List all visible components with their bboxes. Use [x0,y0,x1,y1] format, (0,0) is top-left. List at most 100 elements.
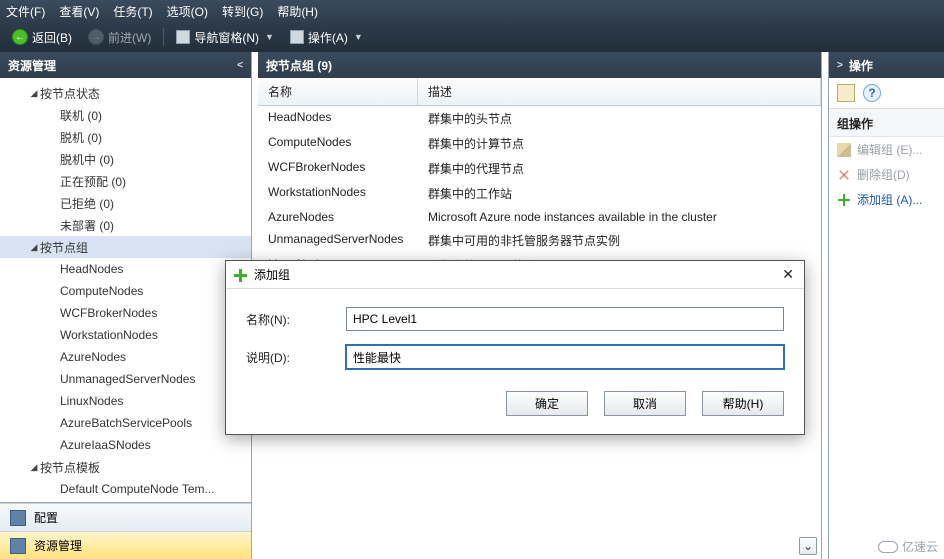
cell-desc: Microsoft Azure node instances available… [418,206,821,228]
sidebar-title: 资源管理 [8,57,56,74]
help-button[interactable]: 帮助(H) [702,391,784,416]
dialog-title-text: 添加组 [254,266,290,283]
actions-icon [290,30,304,44]
collapse-right-icon[interactable]: > [837,60,843,71]
plus-icon [232,267,248,283]
tree-group-item[interactable]: HeadNodes [0,258,251,280]
action-delete-label: 删除组(D) [857,166,910,183]
action-add-group[interactable]: 添加组 (A)... [829,187,944,212]
table-row[interactable]: HeadNodes群集中的头节点 [258,106,821,131]
cancel-button[interactable]: 取消 [604,391,686,416]
config-icon [10,510,26,526]
dialog-body: 名称(N): 说明(D): [226,289,804,377]
tree-group-item[interactable]: LinuxNodes [0,390,251,412]
pencil-icon [837,143,851,157]
nav-config[interactable]: 配置 [0,503,251,531]
menu-file[interactable]: 文件(F) [6,3,45,20]
table-row[interactable]: UnmanagedServerNodes群集中可用的非托管服务器节点实例 [258,228,821,253]
dialog-titlebar[interactable]: 添加组 ✕ [226,261,804,289]
actions-iconrow: ? [829,78,944,109]
menu-help[interactable]: 帮助(H) [277,3,318,20]
tree-status-group[interactable]: ◢按节点状态 [0,82,251,104]
grid-body: HeadNodes群集中的头节点 ComputeNodes群集中的计算节点 WC… [258,106,821,278]
forward-button: → 前进(W) [84,27,155,48]
cell-desc: 群集中的代理节点 [418,156,821,181]
back-button[interactable]: ← 返回(B) [8,27,76,48]
watermark-text: 亿速云 [902,538,938,555]
tree-status-item[interactable]: 脱机 (0) [0,126,251,148]
actions-title: 操作 [849,57,873,74]
nav-bottom: 配置 资源管理 [0,502,251,559]
tree-status-item[interactable]: 未部署 (0) [0,214,251,236]
col-name[interactable]: 名称 [258,78,418,105]
action-delete-group: 删除组(D) [829,162,944,187]
menu-goto[interactable]: 转到(G) [222,3,263,20]
nav-pane-label: 导航窗格(N) [194,29,259,46]
tree-group-item[interactable]: ComputeNodes [0,280,251,302]
tree-group-item[interactable]: AzureBatchServicePools [0,412,251,434]
app-root: 文件(F) 查看(V) 任务(T) 选项(O) 转到(G) 帮助(H) ← 返回… [0,0,944,559]
center-header: 按节点组 (9) [258,52,821,78]
name-input[interactable] [346,307,784,331]
tree-group-item[interactable]: UnmanagedServerNodes [0,368,251,390]
cell-desc: 群集中的头节点 [418,106,821,131]
desc-label: 说明(D): [246,349,336,366]
tree-template-group[interactable]: ◢按节点模板 [0,456,251,478]
delete-icon [837,168,851,182]
action-add-label: 添加组 (A)... [857,191,922,208]
tree-status-item[interactable]: 脱机中 (0) [0,148,251,170]
cell-desc: 群集中可用的非托管服务器节点实例 [418,228,821,253]
actions-button[interactable]: 操作(A) ▼ [286,27,367,48]
menu-task[interactable]: 任务(T) [113,3,152,20]
tree-status-item[interactable]: 联机 (0) [0,104,251,126]
actions-label: 操作(A) [308,29,348,46]
menu-bar: 文件(F) 查看(V) 任务(T) 选项(O) 转到(G) 帮助(H) [0,0,944,22]
nav-pane-button[interactable]: 导航窗格(N) ▼ [172,27,278,48]
tree-status-item[interactable]: 已拒绝 (0) [0,192,251,214]
tree-template-item[interactable]: Default ComputeNode Tem... [0,478,251,500]
cell-name: WCFBrokerNodes [258,156,418,181]
cloud-icon [878,541,898,553]
toolbar-separator [163,28,164,46]
desc-input[interactable] [346,345,784,369]
name-label: 名称(N): [246,311,336,328]
tree-group-item[interactable]: WorkstationNodes [0,324,251,346]
menu-view[interactable]: 查看(V) [59,3,99,20]
col-desc[interactable]: 描述 [418,78,821,105]
dialog-buttons: 确定 取消 帮助(H) [226,377,804,434]
back-arrow-icon: ← [12,29,28,45]
ok-button[interactable]: 确定 [506,391,588,416]
tree-status-item[interactable]: 正在预配 (0) [0,170,251,192]
nav-resource-label: 资源管理 [34,537,82,554]
chevron-down-icon: ▼ [265,32,274,42]
nav-resource[interactable]: 资源管理 [0,531,251,559]
table-row[interactable]: ComputeNodes群集中的计算节点 [258,131,821,156]
sidebar: 资源管理 < ◢按节点状态 联机 (0) 脱机 (0) 脱机中 (0) 正在预配… [0,52,252,559]
help-icon[interactable]: ? [863,84,881,102]
sidebar-header: 资源管理 < [0,52,251,78]
cell-name: UnmanagedServerNodes [258,228,418,253]
nav-pane-icon [176,30,190,44]
cell-name: ComputeNodes [258,131,418,156]
toolbar: ← 返回(B) → 前进(W) 导航窗格(N) ▼ 操作(A) ▼ [0,22,944,52]
clipboard-icon[interactable] [837,84,855,102]
cell-desc: 群集中的计算节点 [418,131,821,156]
tree-group-item[interactable]: WCFBrokerNodes [0,302,251,324]
table-row[interactable]: WorkstationNodes群集中的工作站 [258,181,821,206]
table-row[interactable]: WCFBrokerNodes群集中的代理节点 [258,156,821,181]
collapse-left-icon[interactable]: < [237,60,243,71]
nav-config-label: 配置 [34,509,58,526]
cell-name: HeadNodes [258,106,418,131]
cell-desc: 群集中的工作站 [418,181,821,206]
nav-tree: ◢按节点状态 联机 (0) 脱机 (0) 脱机中 (0) 正在预配 (0) 已拒… [0,78,251,502]
tree-group-item[interactable]: AzureNodes [0,346,251,368]
actions-header: > 操作 [829,52,944,78]
menu-options[interactable]: 选项(O) [167,3,208,20]
cell-name: AzureNodes [258,206,418,228]
dropdown-toggle[interactable]: ⌄ [799,537,817,555]
action-edit-label: 编辑组 (E)... [857,141,922,158]
close-icon[interactable]: ✕ [778,266,798,283]
tree-group-group[interactable]: ◢按节点组 [0,236,251,258]
table-row[interactable]: AzureNodesMicrosoft Azure node instances… [258,206,821,228]
tree-group-item[interactable]: AzureIaaSNodes [0,434,251,456]
